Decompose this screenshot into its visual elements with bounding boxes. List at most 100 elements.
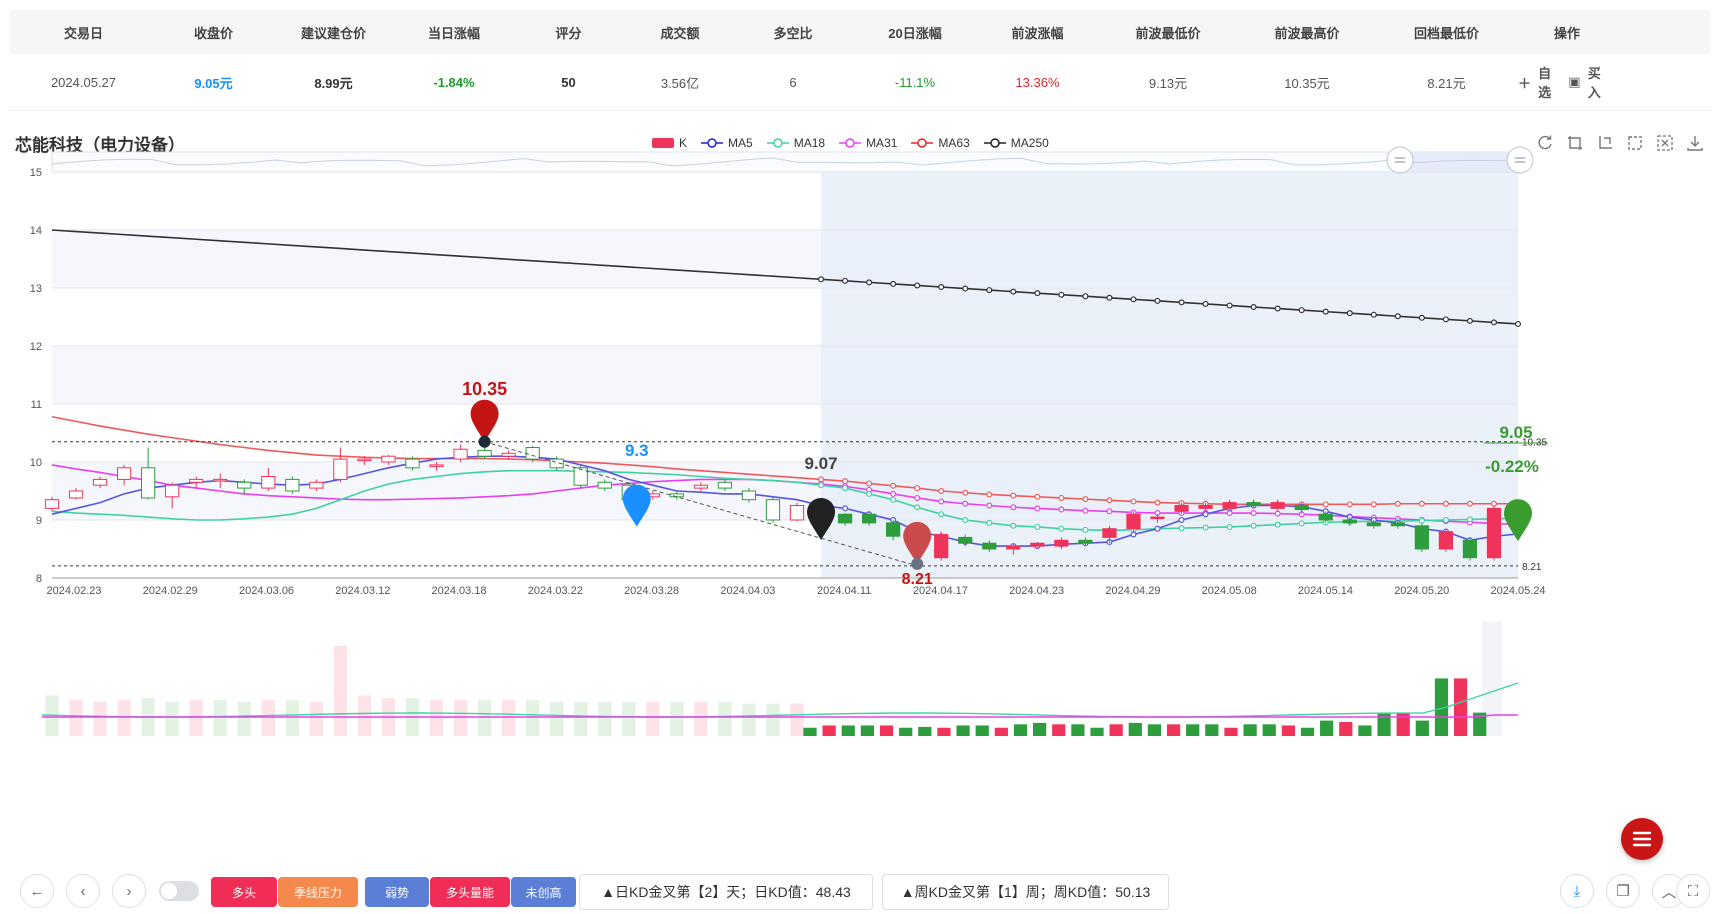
ma250-line-point [1514,320,1521,327]
candle [141,467,156,499]
tag-bullish[interactable]: 多头 [211,877,277,907]
ma5-line-point [842,505,849,512]
volume-bar [994,727,1008,736]
ma18-line-point [1082,526,1089,533]
volume-bar [189,700,203,736]
ma250-line-point [866,279,873,286]
volume-bar [1377,712,1391,736]
prev-button[interactable]: ‹ [66,874,100,908]
x-tick-label: 2024.03.18 [432,585,487,597]
candle [934,534,949,559]
ma18-line-point [1418,517,1425,524]
volume-bar [1339,722,1353,736]
candle [1486,507,1502,559]
datazoom-track [51,151,1521,173]
ma250-line-point [818,276,825,283]
blue-pin-label: 9.3 [625,441,649,460]
copy-icon: ❐ [1616,883,1630,900]
fullscreen-button[interactable]: ⛶ [1676,874,1710,908]
volume-bar [1186,724,1200,736]
ma18-line-point [1274,521,1281,528]
candle [1126,513,1141,530]
ma31-line-point [1082,507,1089,514]
candle [357,458,372,462]
ma18-line-point [914,504,921,511]
tag-bull-volume[interactable]: 多头量能 [430,877,510,907]
x-tick-label: 2024.03.22 [528,585,583,597]
download-button[interactable]: ⤓ [1560,874,1594,908]
tag-no-new-high[interactable]: 未创高 [511,877,576,907]
ma250-line-point [962,285,969,292]
ma250-line-point [1106,294,1113,301]
y-tick-label: 8 [36,573,42,585]
ma63-line-point [1442,500,1449,507]
volume-bar [117,700,131,736]
x-tick-label: 2024.03.28 [624,585,679,597]
chevron-up-icon: ︿ [1661,883,1677,901]
back-button[interactable]: ← [20,874,54,908]
y-tick-label: 10 [30,457,42,469]
y-tick-label: 14 [30,225,42,237]
ma63-line-point [1058,494,1065,501]
ma18-line-point [1178,525,1185,532]
x-tick-label: 2024.02.23 [46,585,101,597]
candle [1222,502,1237,509]
ma250-line-point [1418,314,1425,321]
ma18-line-point [842,485,849,492]
volume-bar [670,701,684,736]
candle [213,478,228,482]
ma250-line-point [1346,310,1353,317]
ma18-line-point [1010,522,1017,529]
menu-fab-button[interactable] [1621,818,1663,860]
volume-bar [879,725,894,736]
ma5-line-point [1178,516,1185,523]
ma250-line-point [1130,296,1137,303]
volume-bar [93,701,107,736]
volume-bar [1071,724,1085,736]
ma63-line-point [1034,493,1041,500]
black-pin-label: 9.07 [805,454,838,473]
tag-weak[interactable]: 弱势 [365,877,429,907]
candle [837,513,853,524]
volume-bar [694,701,708,736]
volume-bar [598,701,612,736]
tag-quarter-pressure[interactable]: 季线压力 [278,877,358,907]
ma63-line-point [986,491,993,498]
candle [741,490,757,501]
volume-bar [1281,725,1295,736]
candle [237,481,252,489]
candle [765,499,781,521]
ma63-line-point [1010,492,1017,499]
candle [501,452,516,457]
volume-bar [1415,720,1429,736]
volume-bar [1243,724,1257,736]
volume-bar [1300,727,1315,736]
volume-bar [937,727,951,736]
volume-bar [1262,724,1276,736]
ma18-line-point [1034,523,1041,530]
volume-bar [1033,722,1047,736]
candle [405,458,420,469]
ma63-line-point [1394,500,1401,507]
copy-button[interactable]: ❐ [1606,874,1640,908]
candle [1462,539,1478,559]
candle [1150,516,1165,520]
volume-bar [1396,712,1410,736]
next-button[interactable]: › [112,874,146,908]
candle [429,464,444,467]
x-tick-label: 2024.03.12 [335,585,390,597]
ma63-line-point [1490,500,1497,507]
ma18-line-point [1250,522,1257,529]
last-change-label: -0.22% [1485,457,1539,476]
candle [1006,545,1021,550]
low-point-dot [911,557,924,570]
ma31-line-point [962,500,969,507]
candle [1342,519,1357,524]
mode-toggle[interactable] [159,881,199,901]
volume-bar [502,700,516,736]
candle [1054,539,1069,547]
chevron-right-icon: › [126,882,132,900]
volume-bar [646,701,660,736]
ma18-line-point [986,519,993,526]
volume-bar [1147,724,1162,736]
